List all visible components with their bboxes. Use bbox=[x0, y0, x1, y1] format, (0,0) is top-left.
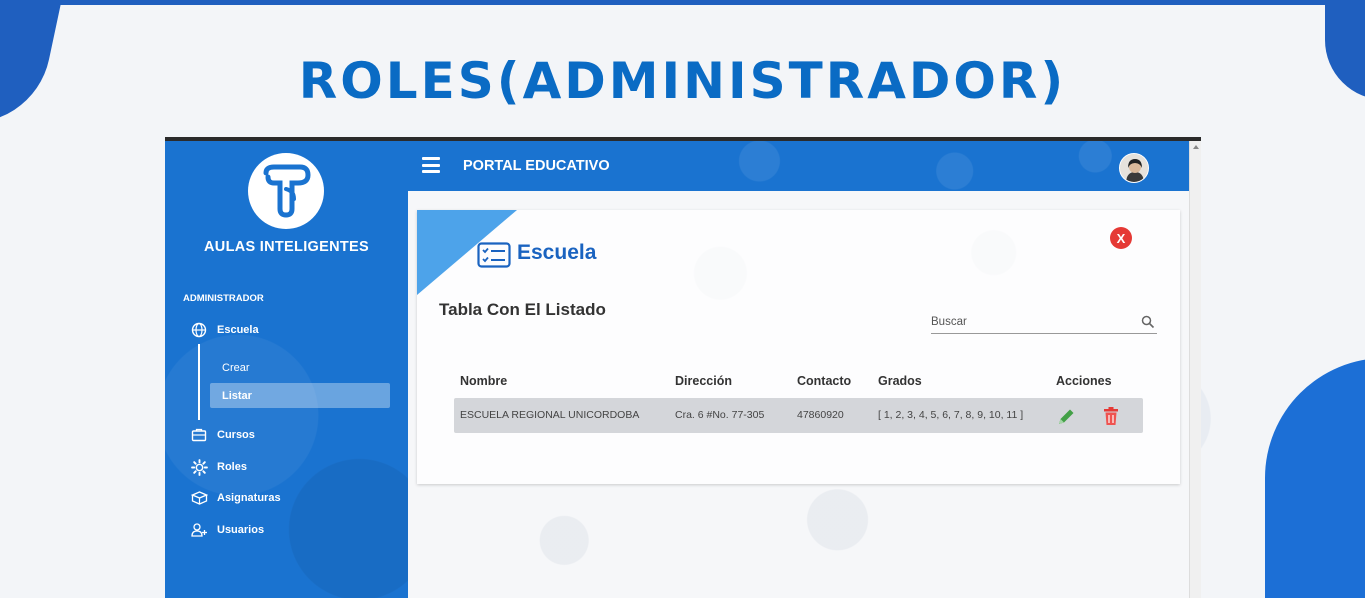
sidebar-item-label: Usuarios bbox=[217, 524, 265, 536]
books-icon bbox=[190, 489, 208, 507]
edit-pencil-icon[interactable] bbox=[1056, 405, 1076, 427]
cell-grados: [ 1, 2, 3, 4, 5, 6, 7, 8, 9, 10, 11 ] bbox=[878, 409, 1024, 421]
sidebar-item-cursos[interactable]: Cursos bbox=[190, 424, 255, 446]
column-header: Acciones bbox=[1056, 374, 1112, 388]
sidebar-item-label: Cursos bbox=[217, 429, 255, 441]
cell-contacto: 47860920 bbox=[797, 409, 844, 421]
cell-nombre: ESCUELA REGIONAL UNICORDOBA bbox=[460, 409, 640, 421]
sidebar-item-label: Escuela bbox=[217, 324, 259, 336]
menu-icon[interactable] bbox=[422, 157, 440, 173]
escuela-card: Escuela X Tabla Con El Listado Nombre Di… bbox=[417, 210, 1180, 484]
sidebar-item-asignaturas[interactable]: Asignaturas bbox=[190, 487, 281, 509]
sidebar: AULAS INTELIGENTES ADMINISTRADOR Escuela… bbox=[165, 141, 408, 598]
briefcase-icon bbox=[190, 426, 208, 444]
logo-icon bbox=[263, 164, 311, 218]
column-header: Grados bbox=[878, 374, 922, 388]
main-content: Escuela X Tabla Con El Listado Nombre Di… bbox=[408, 191, 1189, 598]
search-field bbox=[931, 312, 1157, 334]
scroll-up-icon[interactable] bbox=[1193, 145, 1199, 149]
sidebar-item-roles[interactable]: Roles bbox=[190, 456, 247, 478]
card-title: Escuela bbox=[517, 241, 597, 264]
column-header: Nombre bbox=[460, 374, 508, 388]
section-label: ADMINISTRADOR bbox=[183, 293, 264, 304]
slide-top-strip bbox=[0, 0, 1365, 5]
user-add-icon bbox=[190, 521, 208, 539]
table-row[interactable]: ESCUELA REGIONAL UNICORDOBA Cra. 6 #No. … bbox=[454, 398, 1143, 433]
list-icon bbox=[477, 242, 511, 268]
sidebar-item-escuela[interactable]: Escuela bbox=[190, 319, 259, 341]
globe-icon bbox=[190, 321, 208, 339]
top-navbar: PORTAL EDUCATIVO bbox=[408, 141, 1189, 191]
sidebar-subitem-crear[interactable]: Crear bbox=[210, 355, 390, 380]
brand-name: AULAS INTELIGENTES bbox=[204, 239, 369, 255]
search-input[interactable] bbox=[931, 312, 1131, 332]
sidebar-item-label: Asignaturas bbox=[217, 492, 281, 504]
avatar[interactable] bbox=[1119, 153, 1149, 183]
sidebar-item-label: Roles bbox=[217, 461, 247, 473]
sidebar-subitem-listar[interactable]: Listar bbox=[210, 383, 390, 408]
gear-icon bbox=[190, 458, 208, 476]
portal-title: PORTAL EDUCATIVO bbox=[463, 158, 610, 174]
list-title: Tabla Con El Listado bbox=[439, 300, 606, 319]
close-button[interactable]: X bbox=[1110, 227, 1132, 249]
scrollbar[interactable] bbox=[1189, 141, 1201, 598]
app-logo bbox=[248, 153, 324, 229]
delete-trash-icon[interactable] bbox=[1101, 405, 1121, 427]
search-icon[interactable] bbox=[1141, 315, 1155, 329]
slide-title: ROLES(ADMINISTRADOR) bbox=[298, 52, 1067, 110]
sidebar-item-usuarios[interactable]: Usuarios bbox=[190, 519, 264, 541]
column-header: Contacto bbox=[797, 374, 852, 388]
column-header: Dirección bbox=[675, 374, 732, 388]
app-window: AULAS INTELIGENTES ADMINISTRADOR Escuela… bbox=[165, 137, 1201, 598]
cell-direccion: Cra. 6 #No. 77-305 bbox=[675, 409, 765, 421]
submenu-line bbox=[198, 344, 200, 420]
